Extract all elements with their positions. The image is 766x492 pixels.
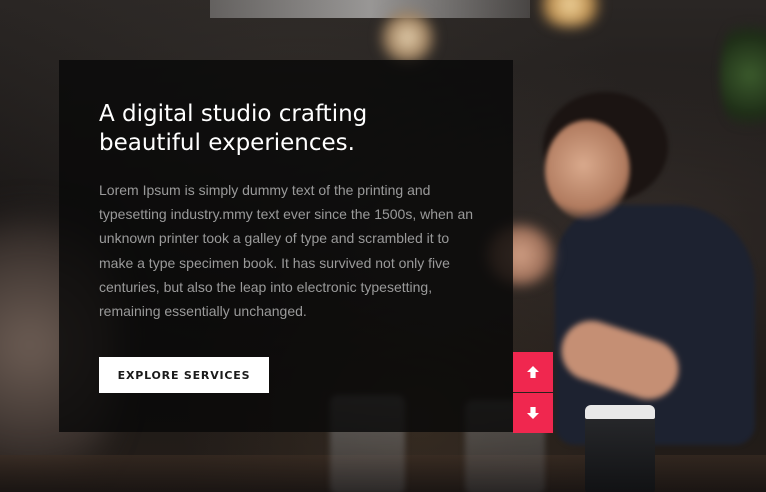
slider-next-button[interactable] <box>513 393 553 433</box>
background-plant <box>720 10 766 140</box>
hero-headline-line2: beautiful experiences. <box>99 130 355 156</box>
hero-headline-line1: A digital studio crafting <box>99 101 368 127</box>
hero-section: A digital studio crafting beautiful expe… <box>0 0 766 492</box>
background-cup <box>585 405 655 492</box>
hero-description: Lorem Ipsum is simply dummy text of the … <box>99 182 474 320</box>
background-person-face <box>545 120 630 220</box>
slider-nav <box>513 352 553 433</box>
arrow-up-icon <box>527 366 539 378</box>
hero-content-panel: A digital studio crafting beautiful expe… <box>59 60 513 432</box>
background-window-light <box>210 0 530 18</box>
arrow-down-icon <box>527 407 539 419</box>
background-lamp <box>380 10 435 65</box>
background-lamp <box>535 0 605 27</box>
slider-prev-button[interactable] <box>513 352 553 392</box>
explore-services-button[interactable]: EXPLORE SERVICES <box>99 357 269 393</box>
hero-headline: A digital studio crafting beautiful expe… <box>99 100 479 158</box>
